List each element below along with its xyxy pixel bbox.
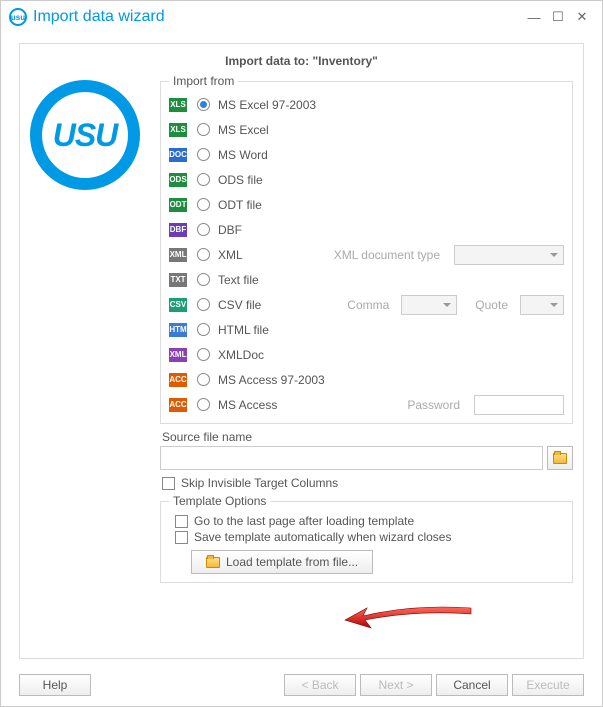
format-option-accd: ACC MS Access Password: [169, 392, 564, 417]
xlsx-file-icon: XLS: [169, 123, 187, 137]
skip-invisible-label: Skip Invisible Target Columns: [181, 476, 338, 490]
format-radio-odt[interactable]: [197, 198, 210, 211]
format-radio-xlsx[interactable]: [197, 123, 210, 136]
close-icon[interactable]: ✕: [570, 9, 594, 25]
wizard-panel: Import data to: "Inventory" USU Import f…: [19, 43, 584, 659]
cancel-button[interactable]: Cancel: [436, 674, 508, 696]
format-option-ods: ODS ODS file: [169, 167, 564, 192]
template-options-group: Template Options Go to the last page aft…: [160, 494, 573, 583]
source-file-input[interactable]: [160, 446, 543, 470]
format-option-html: HTM HTML file: [169, 317, 564, 342]
browse-button[interactable]: [547, 446, 573, 470]
format-label-xlsx: MS Excel: [218, 123, 269, 137]
import-from-legend: Import from: [169, 74, 238, 88]
format-radio-xls[interactable]: [197, 98, 210, 111]
titlebar: usu Import data wizard — ☐ ✕: [1, 1, 602, 33]
execute-button[interactable]: Execute: [512, 674, 584, 696]
folder-icon: [206, 557, 220, 568]
auto-save-label: Save template automatically when wizard …: [194, 530, 451, 544]
format-radio-xmld[interactable]: [197, 348, 210, 361]
format-radio-txt[interactable]: [197, 273, 210, 286]
comma-combo[interactable]: [401, 295, 457, 315]
load-template-button[interactable]: Load template from file...: [191, 550, 373, 574]
quote-combo[interactable]: [520, 295, 564, 315]
html-file-icon: HTM: [169, 323, 187, 337]
format-option-txt: TXT Text file: [169, 267, 564, 292]
format-label-dbf: DBF: [218, 223, 242, 237]
dbf-file-icon: DBF: [169, 223, 187, 237]
format-option-xmld: XML XMLDoc: [169, 342, 564, 367]
csv-file-icon: CSV: [169, 298, 187, 312]
format-option-docx: DOC MS Word: [169, 142, 564, 167]
txt-file-icon: TXT: [169, 273, 187, 287]
xml-file-icon: XML: [169, 248, 187, 262]
next-button[interactable]: Next >: [360, 674, 432, 696]
page-header: Import data to: "Inventory": [30, 54, 573, 68]
format-radio-xml[interactable]: [197, 248, 210, 261]
format-radio-mdb[interactable]: [197, 373, 210, 386]
format-label-odt: ODT file: [218, 198, 262, 212]
format-radio-ods[interactable]: [197, 173, 210, 186]
auto-save-checkbox[interactable]: [175, 531, 188, 544]
import-wizard-window: usu Import data wizard — ☐ ✕ Import data…: [0, 0, 603, 707]
format-label-txt: Text file: [218, 273, 259, 287]
comma-label: Comma: [347, 298, 389, 312]
goto-last-page-label: Go to the last page after loading templa…: [194, 514, 414, 528]
format-label-xmld: XMLDoc: [218, 348, 264, 362]
format-label-xml: XML: [218, 248, 243, 262]
format-radio-html[interactable]: [197, 323, 210, 336]
footer: Help < Back Next > Cancel Execute: [19, 674, 584, 696]
docx-file-icon: DOC: [169, 148, 187, 162]
password-label: Password: [407, 398, 460, 412]
odt-file-icon: ODT: [169, 198, 187, 212]
format-label-accd: MS Access: [218, 398, 277, 412]
maximize-icon[interactable]: ☐: [546, 9, 570, 25]
format-option-xlsx: XLS MS Excel: [169, 117, 564, 142]
minimize-icon[interactable]: —: [522, 10, 546, 25]
format-option-mdb: ACC MS Access 97-2003: [169, 367, 564, 392]
goto-last-page-checkbox[interactable]: [175, 515, 188, 528]
xmld-file-icon: XML: [169, 348, 187, 362]
format-label-docx: MS Word: [218, 148, 268, 162]
format-option-csv: CSV CSV file Comma Quote: [169, 292, 564, 317]
format-radio-csv[interactable]: [197, 298, 210, 311]
back-button[interactable]: < Back: [284, 674, 356, 696]
format-option-xls: XLS MS Excel 97-2003: [169, 92, 564, 117]
app-icon: usu: [9, 8, 27, 26]
format-option-xml: XML XML XML document type: [169, 242, 564, 267]
arrow-annotation: [343, 602, 473, 632]
help-button[interactable]: Help: [19, 674, 91, 696]
window-title: Import data wizard: [33, 8, 522, 26]
format-option-dbf: DBF DBF: [169, 217, 564, 242]
format-radio-docx[interactable]: [197, 148, 210, 161]
xls-file-icon: XLS: [169, 98, 187, 112]
format-label-xls: MS Excel 97-2003: [218, 98, 316, 112]
quote-label: Quote: [475, 298, 508, 312]
import-from-group: Import from XLS MS Excel 97-2003 XLS MS Exc…: [160, 74, 573, 424]
xml-type-label: XML document type: [334, 248, 440, 262]
template-legend: Template Options: [169, 494, 270, 508]
folder-icon: [553, 453, 567, 464]
password-input[interactable]: [474, 395, 564, 415]
accd-file-icon: ACC: [169, 398, 187, 412]
format-label-ods: ODS file: [218, 173, 263, 187]
xml-type-combo[interactable]: [454, 245, 564, 265]
format-label-csv: CSV file: [218, 298, 261, 312]
usu-logo: USU: [30, 80, 140, 190]
source-file-label: Source file name: [162, 430, 573, 444]
format-label-mdb: MS Access 97-2003: [218, 373, 325, 387]
format-label-html: HTML file: [218, 323, 269, 337]
format-radio-accd[interactable]: [197, 398, 210, 411]
format-radio-dbf[interactable]: [197, 223, 210, 236]
ods-file-icon: ODS: [169, 173, 187, 187]
mdb-file-icon: ACC: [169, 373, 187, 387]
skip-invisible-checkbox[interactable]: [162, 477, 175, 490]
format-option-odt: ODT ODT file: [169, 192, 564, 217]
